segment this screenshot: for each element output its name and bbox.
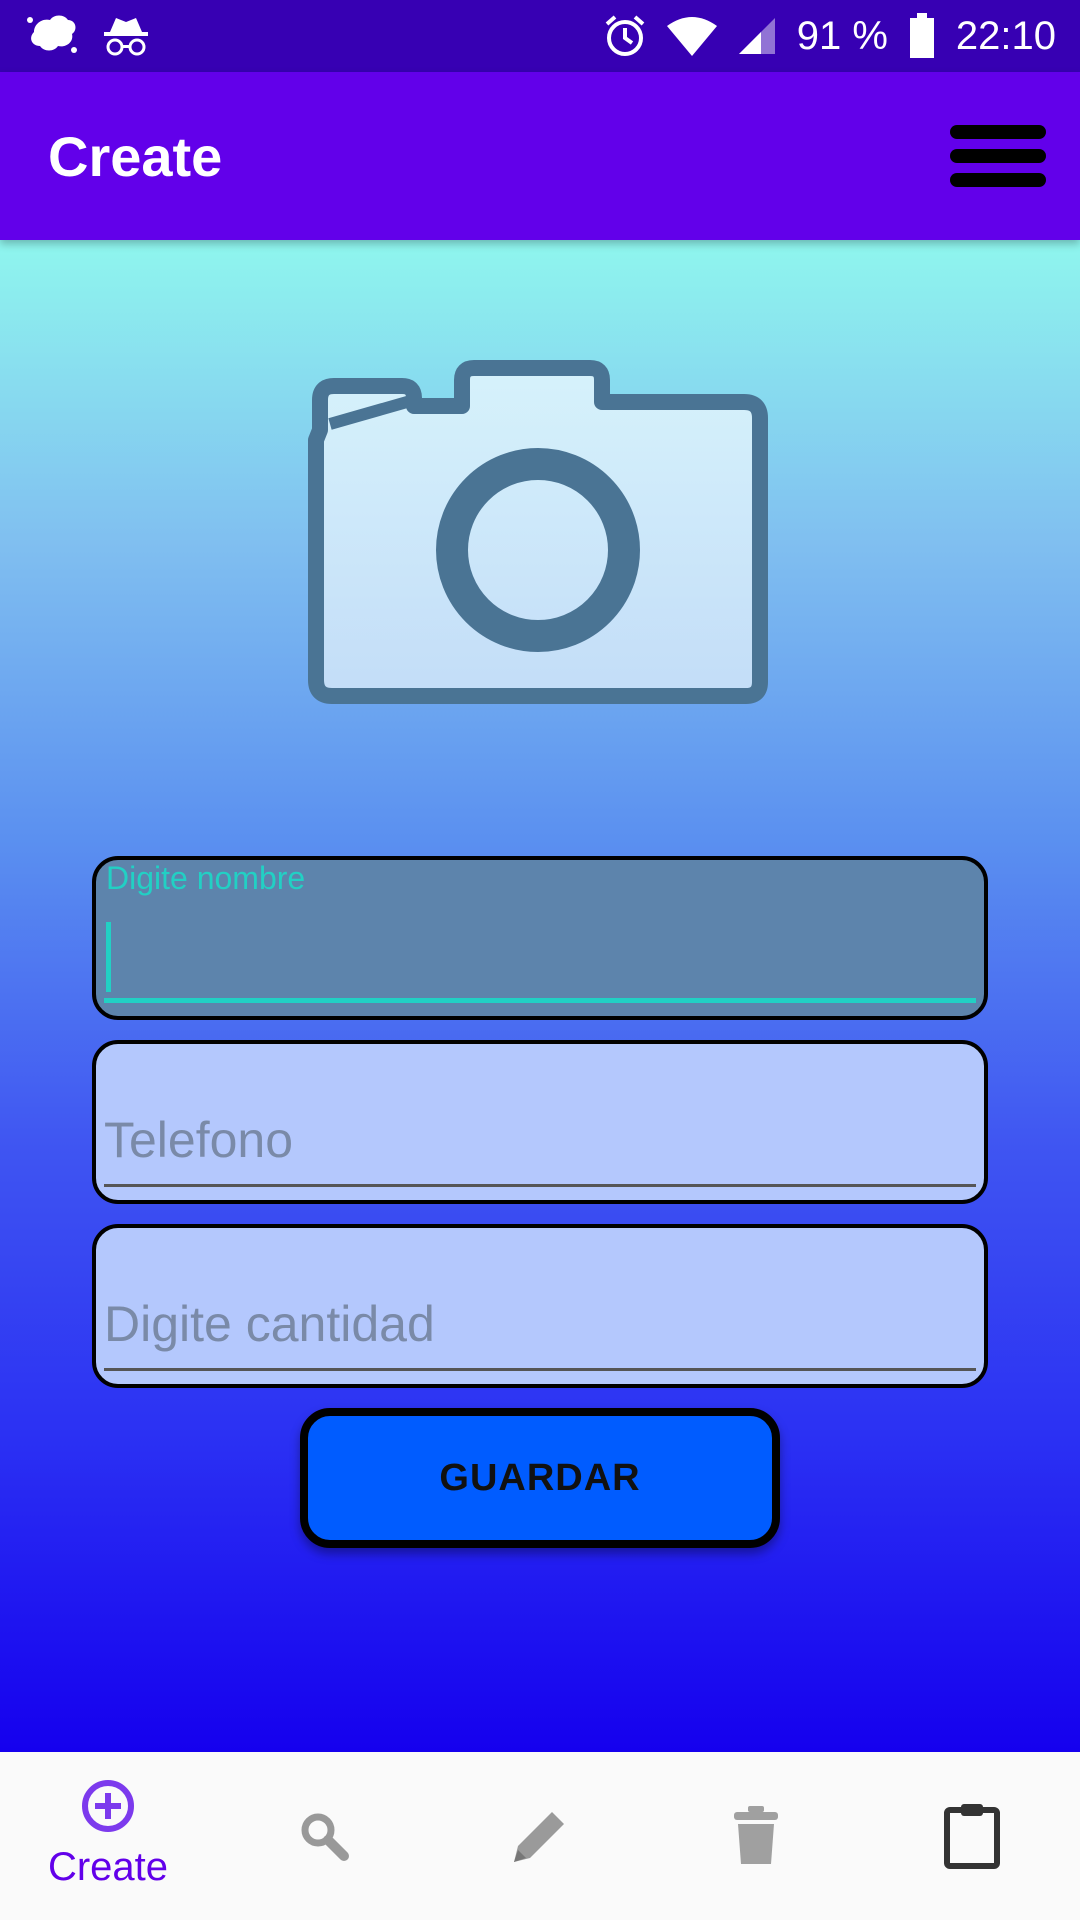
menu-icon <box>950 173 1046 187</box>
menu-icon <box>950 149 1046 163</box>
search-icon <box>301 1813 349 1861</box>
blob-notification-icon <box>27 15 77 53</box>
nav-item-edit[interactable] <box>432 1752 648 1920</box>
menu-button[interactable] <box>948 116 1048 196</box>
phone-field-underline <box>104 1184 976 1187</box>
bottom-navigation: Create <box>0 1752 1080 1920</box>
app-bar: Create <box>0 72 1080 240</box>
trash-icon <box>734 1806 778 1864</box>
photo-picker[interactable] <box>302 340 778 720</box>
add-circle-icon <box>82 1780 134 1832</box>
name-field-label: Digite nombre <box>106 860 306 896</box>
incognito-icon <box>104 18 148 56</box>
cell-signal-icon <box>738 18 775 54</box>
battery-icon <box>909 13 934 58</box>
wifi-icon <box>666 17 717 56</box>
screen: 91 % 22:10 Create Digite nombre Telefono… <box>0 0 1080 1920</box>
status-bar: 91 % 22:10 <box>0 0 1080 72</box>
camera-icon <box>308 360 768 704</box>
quantity-field-underline <box>104 1368 976 1371</box>
name-input[interactable] <box>104 912 976 1000</box>
clock: 22:10 <box>955 13 1056 58</box>
menu-icon <box>950 125 1046 139</box>
name-field[interactable]: Digite nombre <box>92 856 988 1020</box>
quantity-field[interactable] <box>92 1224 988 1388</box>
phone-field[interactable] <box>92 1040 988 1204</box>
battery-percent: 91 % <box>796 13 888 58</box>
nav-item-search[interactable] <box>216 1752 432 1920</box>
nav-item-list[interactable] <box>864 1752 1080 1920</box>
form-area: Digite nombre GUARDAR <box>0 240 1080 1752</box>
pencil-icon <box>514 1812 564 1862</box>
save-button[interactable]: GUARDAR <box>300 1408 780 1548</box>
alarm-icon <box>605 15 645 56</box>
name-field-underline <box>104 998 976 1003</box>
nav-item-create[interactable]: Create <box>0 1752 216 1920</box>
clipboard-icon <box>944 1804 1000 1869</box>
page-title: Create <box>48 124 223 188</box>
quantity-input[interactable] <box>104 1280 976 1368</box>
phone-input[interactable] <box>104 1096 976 1184</box>
nav-item-delete[interactable] <box>648 1752 864 1920</box>
nav-item-label: Create <box>47 1845 169 1889</box>
